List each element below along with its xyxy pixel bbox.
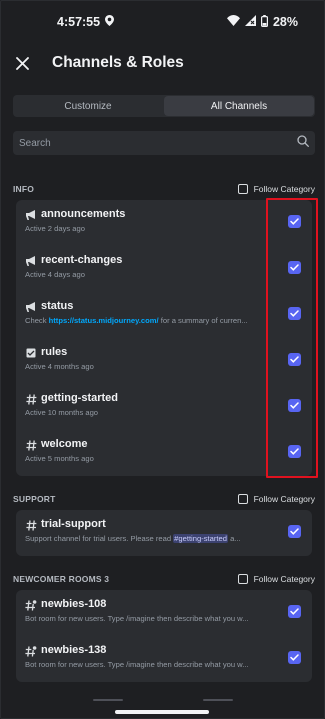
channel-row-newbies-108[interactable]: newbies-108 Bot room for new users. Type…	[16, 590, 312, 636]
section-header-info: INFO Follow Category	[13, 181, 315, 197]
channel-name: rules	[41, 346, 68, 358]
status-bar: 4:57:55 28%	[1, 1, 324, 43]
channel-subtitle: Active 2 days ago	[25, 224, 85, 233]
checkmark-icon	[290, 402, 299, 409]
channel-mention[interactable]: #getting-started	[173, 534, 228, 543]
channel-subtitle: Bot room for new users. Type /imagine th…	[25, 660, 249, 669]
location-icon	[105, 15, 115, 29]
section-title: INFO	[13, 184, 35, 194]
channel-checkbox[interactable]	[288, 353, 301, 366]
follow-category-toggle[interactable]: Follow Category	[237, 494, 315, 504]
checkmark-icon	[290, 654, 299, 661]
checkmark-icon	[290, 356, 299, 363]
channel-name: newbies-108	[41, 598, 107, 610]
channel-checkbox[interactable]	[288, 525, 301, 538]
header: Channels & Roles	[1, 43, 324, 83]
channel-subtitle: Active 4 months ago	[25, 362, 94, 371]
battery-percent: 28%	[272, 15, 298, 29]
megaphone-icon	[25, 209, 37, 221]
close-icon	[15, 56, 29, 70]
channel-subtitle: Active 4 days ago	[25, 270, 85, 279]
follow-label: Follow Category	[253, 494, 315, 504]
section-title: SUPPORT	[13, 494, 56, 504]
channel-subtitle: Active 5 months ago	[25, 454, 94, 463]
channel-subtitle: Bot room for new users. Type /imagine th…	[25, 614, 249, 623]
rules-icon	[25, 347, 37, 359]
checkmark-icon	[290, 608, 299, 615]
channel-checkbox[interactable]	[288, 261, 301, 274]
subtitle-suffix: a...	[227, 534, 241, 543]
tab-bar: Customize All Channels	[13, 95, 315, 117]
wifi-icon	[226, 15, 240, 29]
checkmark-icon	[290, 310, 299, 317]
section-header-support: SUPPORT Follow Category	[13, 491, 315, 507]
megaphone-icon	[25, 255, 37, 267]
tab-all-channels[interactable]: All Channels	[164, 96, 314, 116]
follow-checkbox[interactable]	[237, 494, 248, 504]
channel-checkbox[interactable]	[288, 399, 301, 412]
channel-checkbox[interactable]	[288, 651, 301, 664]
follow-label: Follow Category	[253, 184, 315, 194]
home-indicator[interactable]	[115, 710, 209, 714]
close-button[interactable]	[13, 54, 31, 72]
signal-icon	[244, 15, 256, 29]
follow-label: Follow Category	[253, 574, 315, 584]
hash-thread-icon	[25, 645, 37, 657]
channel-subtitle: Check https://status.midjourney.com/ for…	[25, 316, 248, 325]
channel-checkbox[interactable]	[288, 445, 301, 458]
subtitle-prefix: Check	[25, 316, 49, 325]
channel-name: announcements	[41, 208, 126, 220]
channel-row-newbies-138[interactable]: newbies-138 Bot room for new users. Type…	[16, 636, 312, 682]
channel-row-welcome[interactable]: welcome Active 5 months ago	[16, 430, 312, 476]
checkmark-icon	[290, 448, 299, 455]
search-bar[interactable]	[13, 131, 315, 155]
section-header-newcomer-rooms: NEWCOMER ROOMS 3 Follow Category	[13, 571, 315, 587]
battery-icon	[260, 14, 268, 30]
channel-list-info: announcements Active 2 days ago recent-c…	[16, 200, 312, 476]
channel-name: status	[41, 300, 74, 312]
channel-list-support: trial-support Support channel for trial …	[16, 510, 312, 556]
channel-name: welcome	[41, 438, 88, 450]
channel-row-recent-changes[interactable]: recent-changes Active 4 days ago	[16, 246, 312, 292]
hash-icon	[25, 393, 37, 405]
status-link[interactable]: https://status.midjourney.com/	[49, 316, 159, 325]
checkmark-icon	[290, 218, 299, 225]
app-screen: 4:57:55 28% Channels & Roles Customize A…	[0, 0, 325, 719]
search-icon[interactable]	[297, 134, 309, 152]
channel-row-announcements[interactable]: announcements Active 2 days ago	[16, 200, 312, 246]
hash-icon	[25, 519, 37, 531]
channel-name: getting-started	[41, 392, 118, 404]
channel-row-rules[interactable]: rules Active 4 months ago	[16, 338, 312, 384]
channel-name: newbies-138	[41, 644, 107, 656]
channel-list-newcomer: newbies-108 Bot room for new users. Type…	[16, 590, 312, 682]
channel-name: recent-changes	[41, 254, 123, 266]
channel-subtitle: Support channel for trial users. Please …	[25, 534, 241, 543]
tab-customize[interactable]: Customize	[13, 95, 163, 117]
section-title: NEWCOMER ROOMS 3	[13, 574, 110, 584]
page-title: Channels & Roles	[52, 54, 184, 71]
channel-checkbox[interactable]	[288, 605, 301, 618]
search-input[interactable]	[19, 137, 297, 149]
channel-row-status[interactable]: status Check https://status.midjourney.c…	[16, 292, 312, 338]
checkmark-icon	[290, 528, 299, 535]
follow-checkbox[interactable]	[237, 184, 248, 194]
follow-category-toggle[interactable]: Follow Category	[237, 574, 315, 584]
channel-row-trial-support[interactable]: trial-support Support channel for trial …	[16, 510, 312, 556]
clock: 4:57:55	[57, 15, 101, 29]
channel-checkbox[interactable]	[288, 215, 301, 228]
channel-row-getting-started[interactable]: getting-started Active 10 months ago	[16, 384, 312, 430]
subtitle-prefix: Support channel for trial users. Please …	[25, 534, 174, 543]
follow-checkbox[interactable]	[237, 574, 248, 584]
hash-thread-icon	[25, 599, 37, 611]
subtitle-suffix: for a summary of curren...	[158, 316, 248, 325]
checkmark-icon	[290, 264, 299, 271]
channel-subtitle: Active 10 months ago	[25, 408, 99, 417]
megaphone-icon	[25, 301, 37, 313]
channel-name: trial-support	[41, 518, 106, 530]
channel-checkbox[interactable]	[288, 307, 301, 320]
hash-icon	[25, 439, 37, 451]
next-section-peek	[93, 699, 233, 701]
follow-category-toggle[interactable]: Follow Category	[237, 184, 315, 194]
